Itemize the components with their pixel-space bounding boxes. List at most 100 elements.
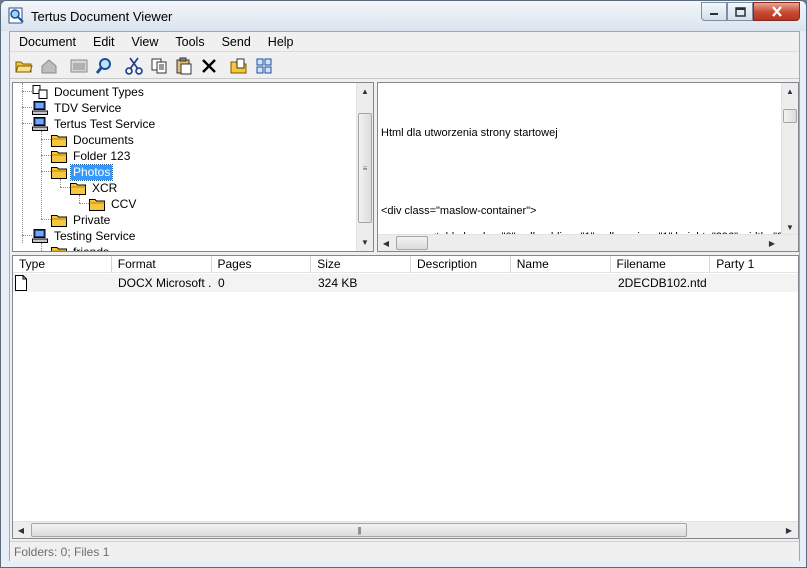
tree-scroll-thumb[interactable]: ≡ — [358, 113, 372, 223]
menu-send[interactable]: Send — [213, 32, 259, 52]
app-magnifier-icon — [8, 7, 24, 24]
cell-description — [412, 274, 512, 292]
menu-document[interactable]: Document — [10, 32, 84, 52]
preview-vscrollbar[interactable]: ▲ ▼ — [781, 83, 798, 236]
folder-icon — [51, 167, 67, 179]
delete-icon — [202, 58, 216, 73]
tree-item-friends[interactable]: friends — [51, 244, 111, 251]
folder-icon — [70, 183, 86, 195]
cut-button[interactable] — [123, 55, 145, 77]
cell-type — [13, 274, 112, 292]
panel-icon — [70, 59, 88, 72]
list-hscrollbar[interactable]: ◀ ||| ▶ — [13, 521, 798, 538]
folder-icon — [51, 135, 67, 147]
home-button[interactable] — [38, 55, 60, 77]
window-title: Tertus Document Viewer — [31, 9, 173, 24]
document-icon — [15, 275, 27, 291]
tree-item-tertus-test-service[interactable]: Tertus Test Service — [32, 116, 157, 132]
table-row[interactable]: DOCX Microsoft ... 0 324 KB 2DECDB102.nt… — [13, 274, 798, 292]
folder-icon — [89, 199, 105, 211]
tree-item-testing-service[interactable]: Testing Service — [32, 228, 137, 244]
scroll-up-icon[interactable]: ▲ — [357, 83, 373, 100]
minimize-button[interactable] — [701, 2, 727, 21]
grid-view-button[interactable] — [253, 55, 275, 77]
maximize-button[interactable] — [727, 2, 753, 21]
close-button[interactable] — [753, 2, 800, 21]
toolbar — [10, 53, 799, 79]
preview-hscrollbar[interactable]: ◀ ▶ — [378, 234, 798, 251]
list-header: Type Format Pages Size Description Name … — [13, 256, 798, 273]
column-format[interactable]: Format — [112, 256, 212, 273]
folder-icon — [51, 247, 67, 251]
scroll-right-icon[interactable]: ▶ — [781, 522, 797, 538]
column-filename[interactable]: Filename — [611, 256, 711, 273]
tree-item-ccv[interactable]: CCV — [89, 196, 138, 212]
cell-name — [512, 274, 612, 292]
home-icon — [41, 58, 57, 73]
menu-bar: Document Edit View Tools Send Help — [10, 32, 799, 52]
cell-party-1 — [712, 274, 798, 292]
status-bar: Folders: 0; Files 1 — [10, 541, 799, 561]
column-description[interactable]: Description — [411, 256, 511, 273]
copy-button[interactable] — [148, 55, 170, 77]
export-button[interactable] — [228, 55, 250, 77]
scroll-up-icon[interactable]: ▲ — [782, 83, 798, 100]
column-pages[interactable]: Pages — [212, 256, 312, 273]
tree-item-document-types[interactable]: Document Types — [32, 84, 146, 100]
tree-item-private[interactable]: Private — [51, 212, 112, 228]
tree-item-documents[interactable]: Documents — [51, 132, 136, 148]
column-size[interactable]: Size — [311, 256, 411, 273]
computer-icon — [32, 101, 48, 115]
scroll-down-icon[interactable]: ▼ — [357, 234, 373, 251]
tree-scrollbar[interactable]: ▲ ≡ ▼ — [356, 83, 373, 251]
cell-pages: 0 — [218, 276, 225, 290]
cell-size: 324 KB — [318, 276, 358, 290]
open-folder-button[interactable] — [13, 55, 35, 77]
minimize-icon — [710, 12, 718, 15]
panel-button[interactable] — [68, 55, 90, 77]
search-button[interactable] — [93, 55, 115, 77]
menu-edit[interactable]: Edit — [84, 32, 123, 52]
folder-tree[interactable]: Document Types TDV Service Tertus Test S… — [12, 82, 374, 252]
document-preview[interactable]: Html dla utworzenia strony startowej <di… — [377, 82, 799, 252]
tree-item-xcr[interactable]: XCR — [70, 180, 119, 196]
preview-line-2: <div class="maslow-container"> — [381, 205, 537, 217]
preview-hscroll-thumb[interactable] — [396, 236, 428, 250]
export-icon — [230, 58, 247, 73]
cell-format: DOCX Microsoft ... — [118, 276, 212, 290]
tree-item-folder-123[interactable]: Folder 123 — [51, 148, 132, 164]
scroll-left-icon[interactable]: ◀ — [378, 235, 394, 251]
preview-vscroll-thumb[interactable] — [783, 109, 797, 123]
cell-filename: 2DECDB102.ntd — [618, 276, 707, 290]
cut-icon — [125, 57, 143, 75]
paste-button[interactable] — [173, 55, 195, 77]
open-folder-icon — [15, 61, 33, 72]
app-window: Tertus Document Viewer Document Edit Vie… — [0, 0, 807, 568]
tree-item-photos[interactable]: Photos — [51, 163, 114, 181]
menu-view[interactable]: View — [123, 32, 167, 52]
column-party-1[interactable]: Party 1 — [710, 256, 798, 273]
delete-button[interactable] — [198, 55, 220, 77]
column-type[interactable]: Type — [13, 256, 112, 273]
menu-help[interactable]: Help — [259, 32, 302, 52]
preview-line-1: Html dla utworzenia strony startowej — [381, 127, 558, 139]
folder-icon — [51, 151, 67, 163]
column-name[interactable]: Name — [511, 256, 611, 273]
grid-view-icon — [256, 58, 272, 73]
menu-tools[interactable]: Tools — [166, 32, 212, 52]
search-icon — [95, 57, 111, 74]
tree-item-tdv-service[interactable]: TDV Service — [32, 100, 123, 116]
client-area: Document Edit View Tools Send Help Docum… — [9, 31, 800, 561]
scroll-left-icon[interactable]: ◀ — [13, 522, 29, 538]
document-types-icon — [32, 85, 48, 99]
file-list[interactable]: Type Format Pages Size Description Name … — [12, 255, 799, 539]
list-hscroll-thumb[interactable]: ||| — [31, 523, 687, 537]
copy-icon — [151, 58, 167, 73]
scroll-corner — [781, 235, 798, 251]
title-bar[interactable]: Tertus Document Viewer — [1, 1, 806, 31]
computer-icon — [32, 229, 48, 243]
scroll-right-icon[interactable]: ▶ — [764, 235, 780, 251]
computer-icon — [32, 117, 48, 131]
close-icon — [771, 6, 782, 17]
maximize-icon — [734, 6, 746, 17]
